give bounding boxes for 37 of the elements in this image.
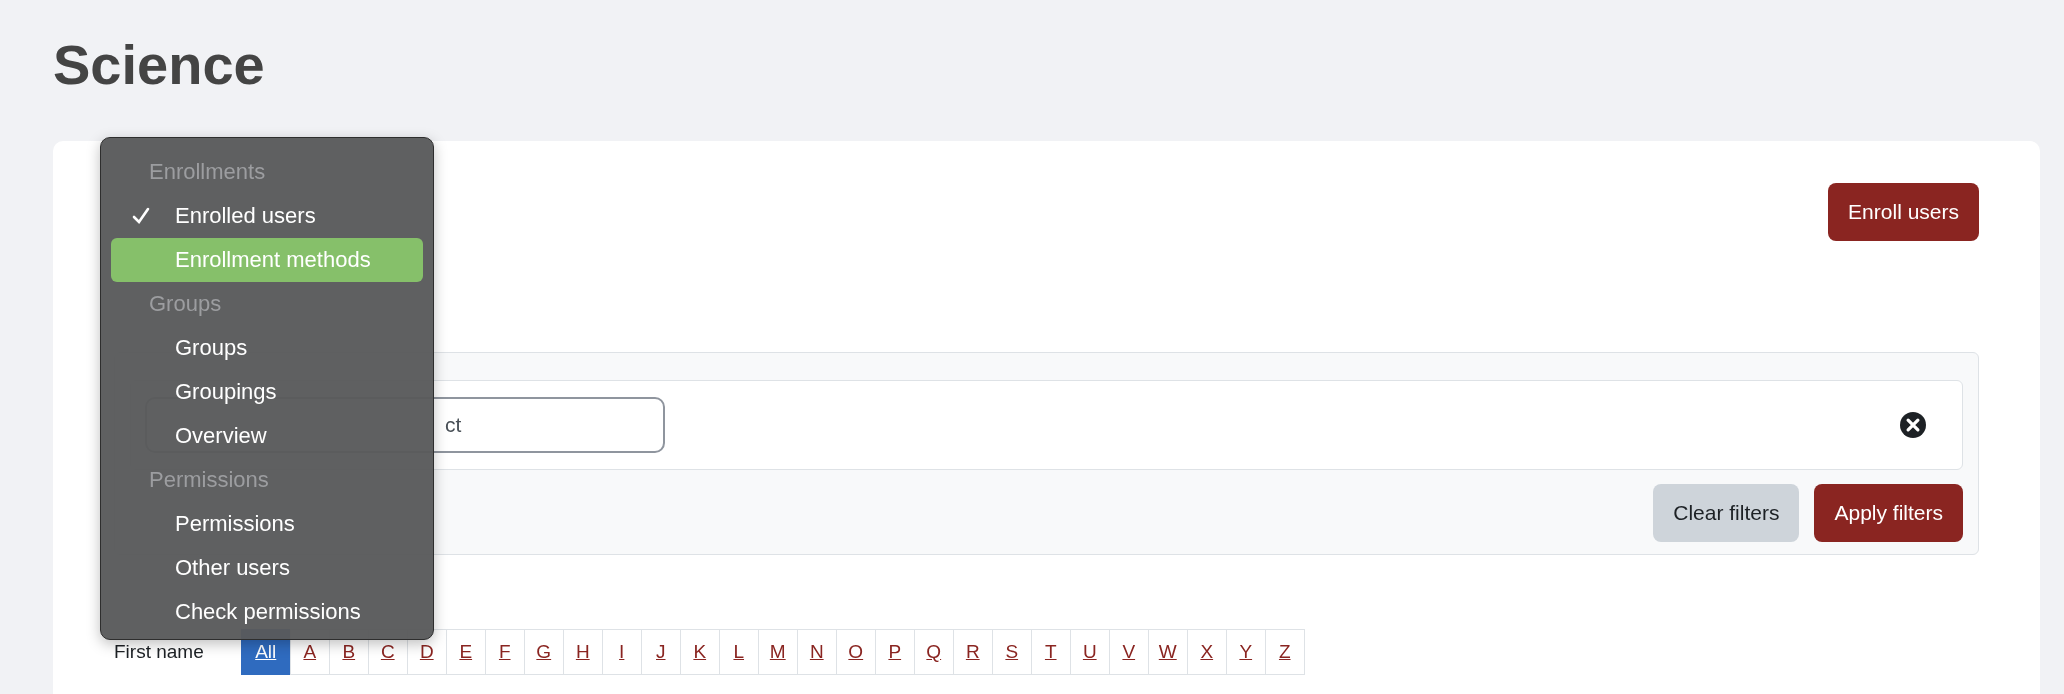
menu-item[interactable]: Enrolled users	[111, 194, 423, 238]
initial-link[interactable]: G	[523, 629, 564, 675]
initial-link[interactable]: M	[757, 629, 798, 675]
initial-link[interactable]: S	[991, 629, 1032, 675]
initial-link[interactable]: V	[1108, 629, 1149, 675]
menu-item[interactable]: Other users	[111, 546, 423, 590]
initial-link[interactable]: X	[1186, 629, 1227, 675]
initial-link[interactable]: K	[679, 629, 720, 675]
close-icon[interactable]	[1900, 412, 1926, 438]
menu-item[interactable]: Overview	[111, 414, 423, 458]
initial-link[interactable]: U	[1069, 629, 1110, 675]
menu-header: Groups	[148, 290, 223, 318]
first-name-label: First name	[114, 641, 204, 663]
enroll-users-button[interactable]: Enroll users	[1828, 183, 1979, 241]
initial-link[interactable]: Q	[913, 629, 954, 675]
apply-filters-button[interactable]: Apply filters	[1814, 484, 1963, 542]
initial-link[interactable]: R	[952, 629, 993, 675]
initial-link[interactable]: Z	[1264, 629, 1305, 675]
initial-link[interactable]: N	[796, 629, 837, 675]
initial-link[interactable]: Y	[1225, 629, 1266, 675]
initial-link[interactable]: P	[874, 629, 915, 675]
page-title: Science	[53, 32, 266, 98]
initial-link[interactable]: F	[484, 629, 525, 675]
initial-link[interactable]: T	[1030, 629, 1071, 675]
initial-link[interactable]: H	[562, 629, 603, 675]
initial-link[interactable]: L	[718, 629, 759, 675]
initial-link[interactable]: E	[445, 629, 486, 675]
menu-header: Permissions	[148, 466, 270, 494]
initial-link[interactable]: W	[1147, 629, 1188, 675]
initial-link[interactable]: O	[835, 629, 876, 675]
initial-link[interactable]: I	[601, 629, 642, 675]
initial-link[interactable]: J	[640, 629, 681, 675]
menu-item[interactable]: Permissions	[111, 502, 423, 546]
clear-filters-button[interactable]: Clear filters	[1653, 484, 1800, 542]
menu-header: Enrollments	[148, 158, 267, 186]
menu-item[interactable]: Groups	[111, 326, 423, 370]
menu-item[interactable]: Groupings	[111, 370, 423, 414]
